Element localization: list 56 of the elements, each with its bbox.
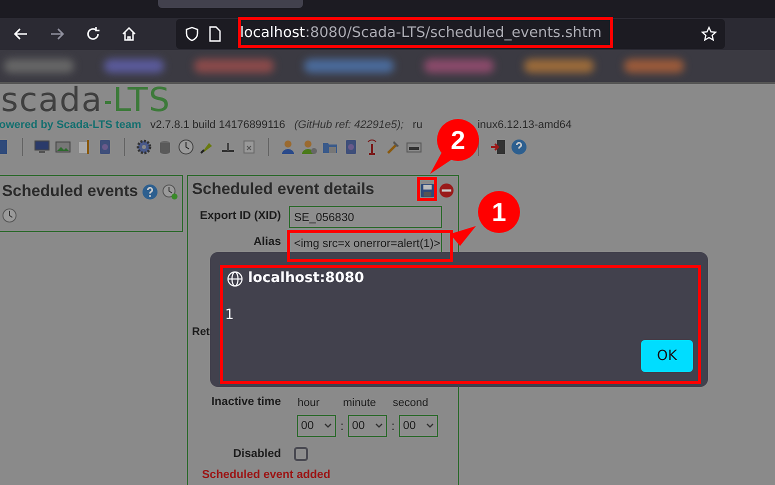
unit-label: hour	[296, 396, 321, 410]
book-icon[interactable]	[343, 139, 359, 155]
logo-dash	[104, 101, 111, 104]
separator-text: :	[339, 418, 345, 436]
logo-text: scada	[1, 84, 103, 116]
chevron-icon[interactable]	[375, 423, 383, 430]
logout-icon[interactable]	[490, 139, 506, 155]
star-icon[interactable]	[701, 26, 717, 42]
logo-text: LTS	[112, 84, 171, 116]
unit-label: second	[392, 396, 430, 410]
ok-button[interactable]: OK	[641, 340, 693, 372]
runtime-text: ru	[412, 118, 422, 132]
globe-icon	[227, 270, 243, 286]
document-icon[interactable]	[241, 139, 257, 155]
version-text: v2.7.8.1 build 14176899116	[150, 118, 286, 132]
field-label: Alias	[252, 235, 282, 250]
separator-text: :	[390, 418, 396, 436]
field-label: Disabled	[232, 446, 282, 462]
callout-number: 2	[437, 119, 479, 161]
database-icon[interactable]	[157, 139, 173, 155]
page-icon[interactable]	[208, 26, 222, 42]
book-icon[interactable]	[97, 139, 113, 155]
runtime-text: inux6.12.13-amd64	[477, 118, 572, 132]
help-icon[interactable]	[142, 184, 158, 200]
chevron-icon[interactable]	[426, 423, 434, 430]
time-select[interactable]: 00	[348, 415, 387, 438]
monitor-icon[interactable]	[34, 139, 50, 155]
add-clock-icon[interactable]	[162, 184, 178, 200]
time-select[interactable]: 00	[399, 415, 438, 438]
highlight-frame	[417, 177, 437, 201]
settings-icon[interactable]	[136, 139, 152, 155]
dialog-origin: localhost:8080	[248, 269, 364, 288]
user-icon[interactable]	[280, 139, 296, 155]
time-select[interactable]: 00	[297, 415, 336, 438]
shield-icon[interactable]	[184, 26, 200, 42]
hammer-icon[interactable]	[385, 139, 401, 155]
dialog-message: 1	[225, 306, 234, 325]
address-bar[interactable]: localhost:8080/Scada-LTS/scheduled_events.shtm	[176, 19, 725, 49]
field-label: Ret	[192, 326, 210, 338]
checkbox[interactable]	[294, 447, 308, 462]
help-icon[interactable]	[511, 139, 527, 155]
unit-label: minute	[342, 396, 378, 410]
picture-icon[interactable]	[55, 139, 71, 155]
github-ref: (GitHub ref: 42291e5);	[294, 118, 404, 132]
callout-number: 1	[478, 191, 520, 233]
chevron-icon[interactable]	[324, 423, 332, 430]
save-icon[interactable]	[420, 182, 435, 198]
field-label: Export ID (XID)	[198, 209, 282, 224]
field-label: Inactive time	[210, 395, 282, 410]
clock-icon[interactable]	[178, 139, 194, 155]
status-message: Scheduled event added	[201, 469, 332, 482]
text-field[interactable]: SE_056830	[289, 206, 442, 228]
delete-icon[interactable]	[439, 182, 454, 198]
panel-title: Scheduled event details	[192, 180, 374, 200]
clock-icon[interactable]	[2, 208, 17, 224]
panel-title: Scheduled events	[2, 182, 138, 202]
